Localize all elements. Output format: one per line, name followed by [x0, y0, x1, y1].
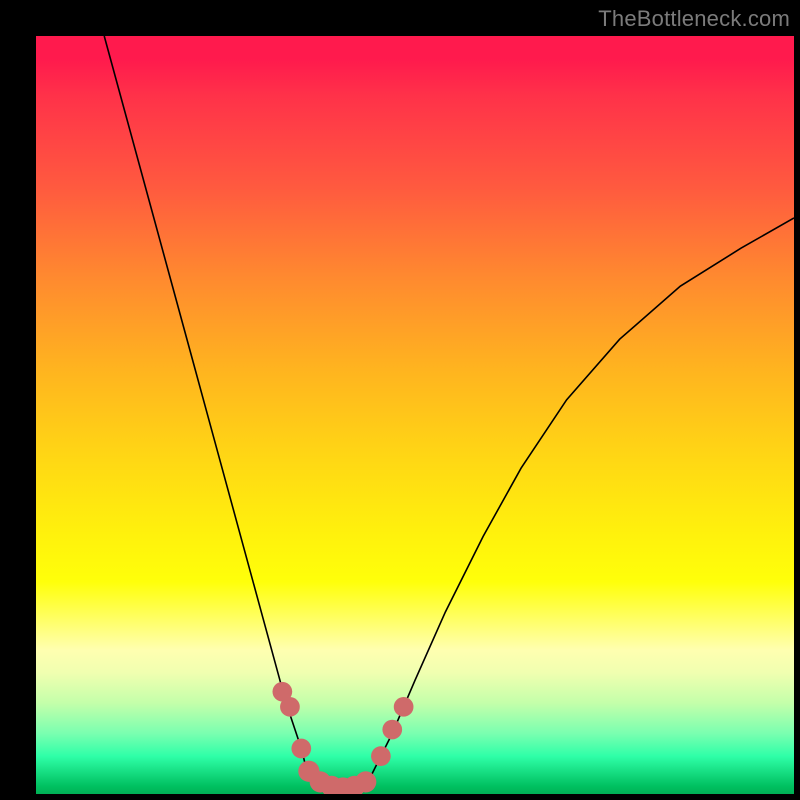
data-marker [291, 739, 311, 759]
data-marker [355, 771, 376, 792]
curve-right-branch [370, 218, 794, 779]
data-marker [371, 746, 391, 766]
valley-markers [273, 682, 414, 794]
chart-svg [36, 36, 794, 794]
data-marker [382, 720, 402, 740]
watermark-text: TheBottleneck.com [598, 6, 790, 32]
chart-stage: TheBottleneck.com [0, 0, 800, 800]
data-marker [394, 697, 414, 717]
plot-area [36, 36, 794, 794]
curve-left-branch [104, 36, 309, 779]
bottleneck-curve [104, 36, 794, 788]
data-marker [280, 697, 300, 717]
